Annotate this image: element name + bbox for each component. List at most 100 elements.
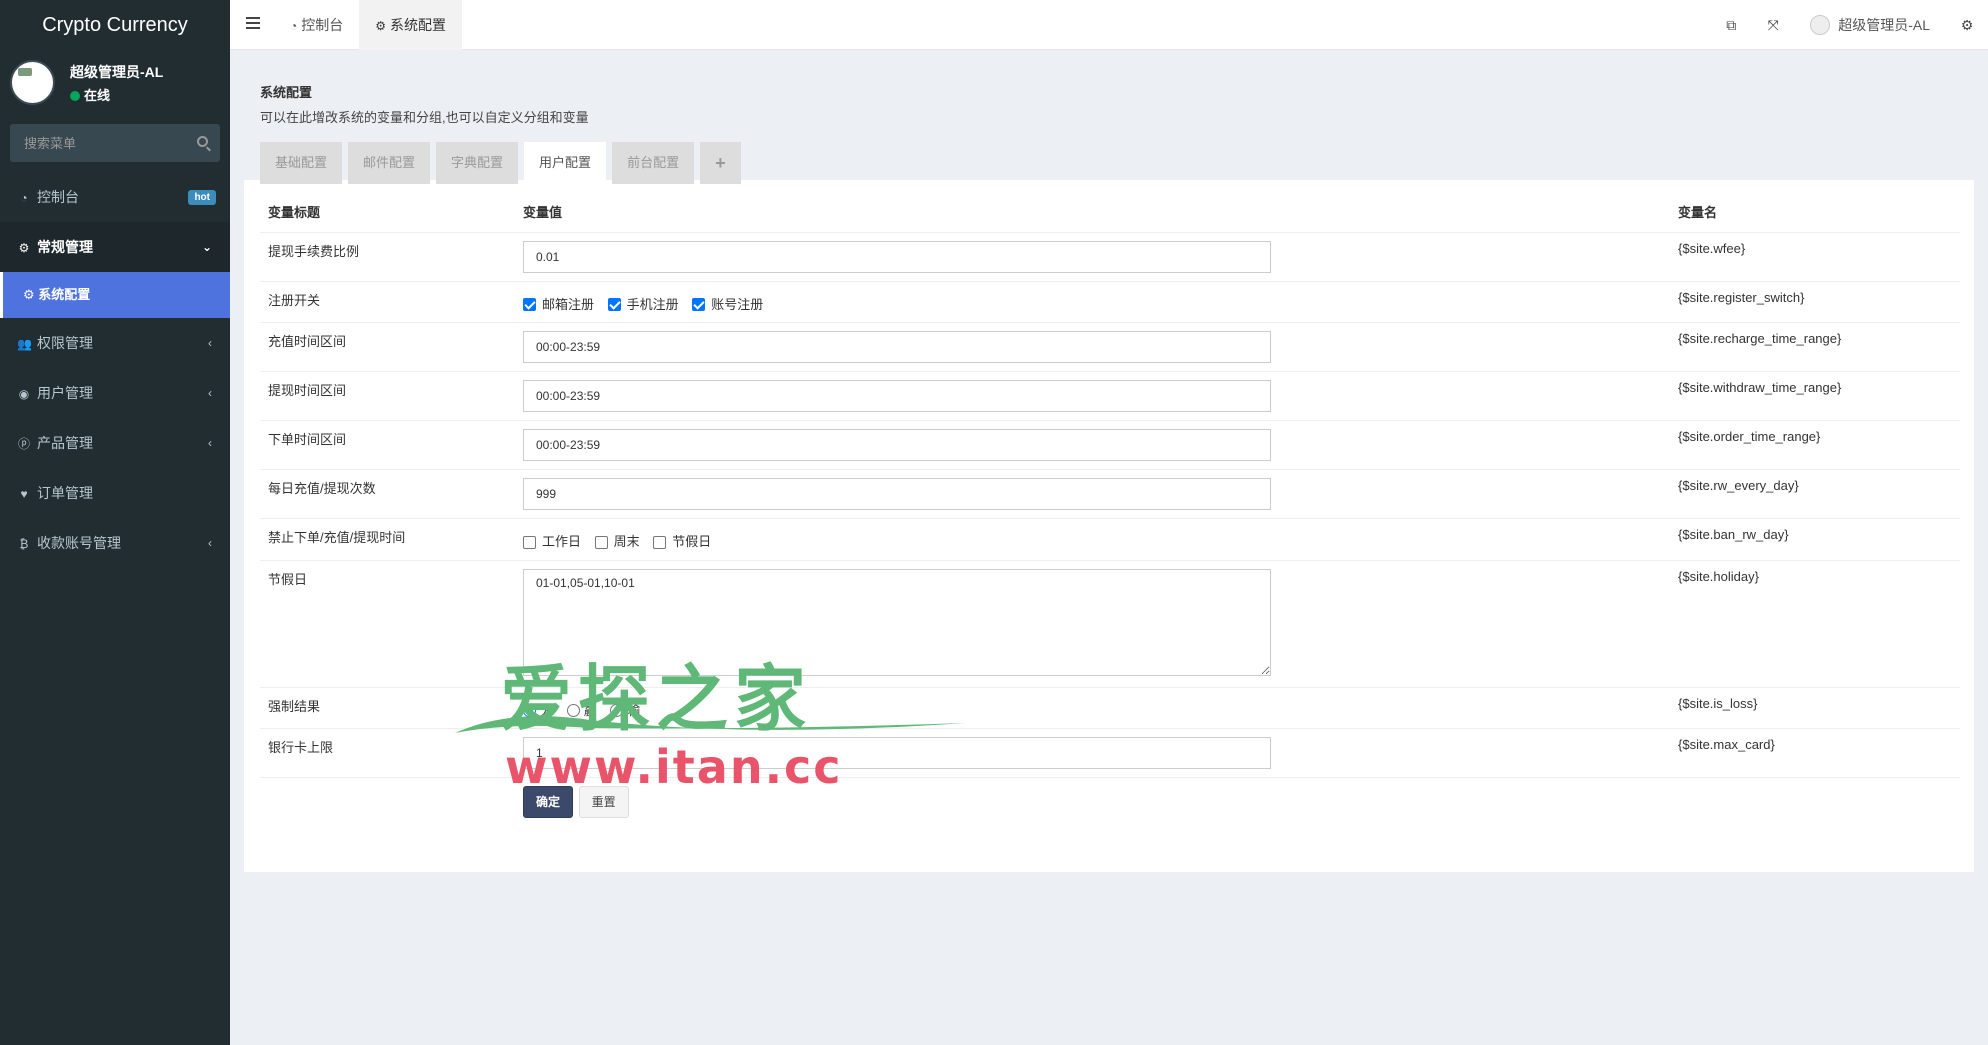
sidebar-item-label: 系统配置 xyxy=(38,287,91,302)
tab-dashboard[interactable]: ◔ 控制台 xyxy=(274,0,359,50)
sidebar-item-label: 订单管理 xyxy=(37,485,93,501)
search-icon[interactable] xyxy=(197,136,208,147)
top-right-tools: ⧉ ⤧ 超级管理员-AL ⚙ xyxy=(1710,0,1988,50)
recharge-time-input[interactable] xyxy=(523,331,1271,363)
table-row: 充值时间区间 {$site.recharge_time_range} xyxy=(260,322,1960,372)
radio-checked-icon xyxy=(523,704,536,717)
tab-system-config[interactable]: ⚙ 系统配置 xyxy=(359,0,463,50)
page-description: 可以在此增改系统的变量和分组,也可以自定义分组和变量 xyxy=(260,110,589,125)
sidebar-item-system-config[interactable]: ⚙ 系统配置 xyxy=(0,272,230,318)
sidebar-item-label: 权限管理 xyxy=(37,335,93,351)
submit-button[interactable]: 确定 xyxy=(523,786,574,818)
result-none-radio[interactable]: 无 xyxy=(523,696,553,720)
dashboard-icon: ◔ xyxy=(290,19,298,33)
sidebar-item-label: 常规管理 xyxy=(37,239,93,255)
menu-toggle-icon[interactable] xyxy=(246,17,260,31)
chevron-down-icon: ⌄ xyxy=(201,240,212,254)
account-register-checkbox[interactable]: 账号注册 xyxy=(692,290,763,314)
row-variable-name: {$site.wfee} xyxy=(1670,232,1960,282)
checkbox-label: 手机注册 xyxy=(626,296,679,312)
weekend-checkbox[interactable]: 周末 xyxy=(594,527,640,551)
sidebar-item-dashboard[interactable]: ◔ 控制台 hot xyxy=(0,172,230,222)
wfee-input[interactable] xyxy=(523,240,1271,273)
row-variable-name: {$site.withdraw_time_range} xyxy=(1670,371,1960,421)
row-title: 禁止下单/充值/提现时间 xyxy=(260,518,515,561)
radio-label: 赢 xyxy=(583,702,597,718)
form-actions-row: 确定 重置 xyxy=(260,777,1960,826)
row-title: 下单时间区间 xyxy=(260,420,515,470)
gear-icon: ⚙ xyxy=(23,287,35,302)
menu-search-input[interactable] xyxy=(10,124,220,162)
user-status: 在线 xyxy=(70,85,110,104)
column-header-name: 变量名 xyxy=(1670,192,1960,233)
sidebar-menu: ◔ 控制台 hot ⚙ 常规管理 ⌄ ⚙ 系统配置 👥 权限管理 ‹ ◉ 用户管理 ‹ … xyxy=(0,172,230,568)
checkbox-label: 账号注册 xyxy=(711,296,764,312)
tab-user-config[interactable]: 用户配置 xyxy=(524,142,607,184)
sidebar-item-label: 产品管理 xyxy=(37,435,93,451)
table-row: 注册开关 邮箱注册 手机注册 账号注册 {$site.register_swit… xyxy=(260,281,1960,323)
checkbox-label: 邮箱注册 xyxy=(542,296,595,312)
chevron-left-icon: ‹ xyxy=(208,336,212,350)
settings-cogs-icon[interactable]: ⚙ xyxy=(1946,17,1988,34)
sidebar-item-label: 控制台 xyxy=(37,189,79,205)
rw-every-day-input[interactable] xyxy=(523,478,1271,510)
reset-button[interactable]: 重置 xyxy=(578,786,629,818)
workday-checkbox[interactable]: 工作日 xyxy=(523,527,581,551)
table-row: 提现时间区间 {$site.withdraw_time_range} xyxy=(260,371,1960,421)
column-header-value: 变量值 xyxy=(515,192,1670,233)
holiday-checkbox[interactable]: 节假日 xyxy=(653,527,711,551)
result-win-radio[interactable]: 赢 xyxy=(566,696,597,720)
max-card-input[interactable] xyxy=(523,737,1271,769)
sidebar-item-general[interactable]: ⚙ 常规管理 ⌄ xyxy=(0,222,230,272)
table-row: 节假日 01-01,05-01,10-01 {$site.holiday} xyxy=(260,560,1960,688)
config-panel: 系统配置 可以在此增改系统的变量和分组,也可以自定义分组和变量 基础配置 邮件配… xyxy=(244,64,1974,872)
tab-dictionary-config[interactable]: 字典配置 xyxy=(436,142,519,184)
heartbeat-icon: ♥ xyxy=(20,487,28,501)
tab-email-config[interactable]: 邮件配置 xyxy=(348,142,431,184)
bitcoin-icon: ₿ xyxy=(19,537,29,551)
sidebar-item-payment-accounts[interactable]: ₿ 收款账号管理 ‹ xyxy=(0,518,230,568)
users-icon: 👥 xyxy=(17,337,32,351)
row-title: 节假日 xyxy=(260,560,515,688)
email-register-checkbox[interactable]: 邮箱注册 xyxy=(523,290,594,314)
sidebar-item-label: 收款账号管理 xyxy=(37,535,121,551)
gear-icon: ⚙ xyxy=(375,19,387,33)
config-tabs: 基础配置 邮件配置 字典配置 用户配置 前台配置 + xyxy=(260,142,1958,184)
checkbox-checked-icon xyxy=(692,298,706,311)
chevron-left-icon: ‹ xyxy=(208,536,212,550)
table-row: 禁止下单/充值/提现时间 工作日 周末 节假日 {$site.ban_rw_da… xyxy=(260,518,1960,561)
panel-header: 系统配置 可以在此增改系统的变量和分组,也可以自定义分组和变量 基础配置 邮件配… xyxy=(244,64,1974,184)
chevron-left-icon: ‹ xyxy=(208,386,212,400)
page-tabs: ◔ 控制台 ⚙ 系统配置 xyxy=(274,0,463,50)
radio-label: 无 xyxy=(540,702,554,718)
sidebar-item-users[interactable]: ◉ 用户管理 ‹ xyxy=(0,368,230,418)
checkbox-icon xyxy=(594,535,608,549)
table-row: 强制结果 无 赢 输 {$site.is_loss} xyxy=(260,687,1960,729)
sidebar-item-permission[interactable]: 👥 权限管理 ‹ xyxy=(0,318,230,368)
translate-icon[interactable]: ⧉ xyxy=(1710,17,1752,34)
result-lose-radio[interactable]: 输 xyxy=(610,696,640,720)
sidebar-item-products[interactable]: ⓟ 产品管理 ‹ xyxy=(0,418,230,468)
tab-basic-config[interactable]: 基础配置 xyxy=(260,142,343,184)
order-time-input[interactable] xyxy=(523,429,1271,461)
top-user-name: 超级管理员-AL xyxy=(1838,17,1930,33)
tab-frontend-config[interactable]: 前台配置 xyxy=(612,142,695,184)
tab-label: 控制台 xyxy=(301,17,344,33)
row-variable-name: {$site.ban_rw_day} xyxy=(1670,518,1960,561)
sidebar-item-orders[interactable]: ♥ 订单管理 xyxy=(0,468,230,518)
holiday-textarea[interactable]: 01-01,05-01,10-01 xyxy=(523,568,1271,676)
row-title: 银行卡上限 xyxy=(260,728,515,778)
table-header-row: 变量标题 变量值 变量名 xyxy=(260,192,1960,233)
config-table: 变量标题 变量值 变量名 提现手续费比例 {$site.wfee} 注册开关 邮… xyxy=(260,192,1960,826)
add-tab-button[interactable]: + xyxy=(700,142,741,184)
row-variable-name: {$site.recharge_time_range} xyxy=(1670,322,1960,372)
checkbox-icon xyxy=(653,535,667,549)
fullscreen-icon[interactable]: ⤧ xyxy=(1752,17,1794,34)
online-dot-icon xyxy=(70,91,80,101)
row-variable-name: {$site.max_card} xyxy=(1670,728,1960,778)
brand-logo[interactable]: Crypto Currency xyxy=(0,0,230,50)
phone-register-checkbox[interactable]: 手机注册 xyxy=(607,290,679,314)
cogs-icon: ⚙ xyxy=(18,241,30,255)
user-menu[interactable]: 超级管理员-AL xyxy=(1794,15,1946,35)
withdraw-time-input[interactable] xyxy=(523,380,1271,412)
